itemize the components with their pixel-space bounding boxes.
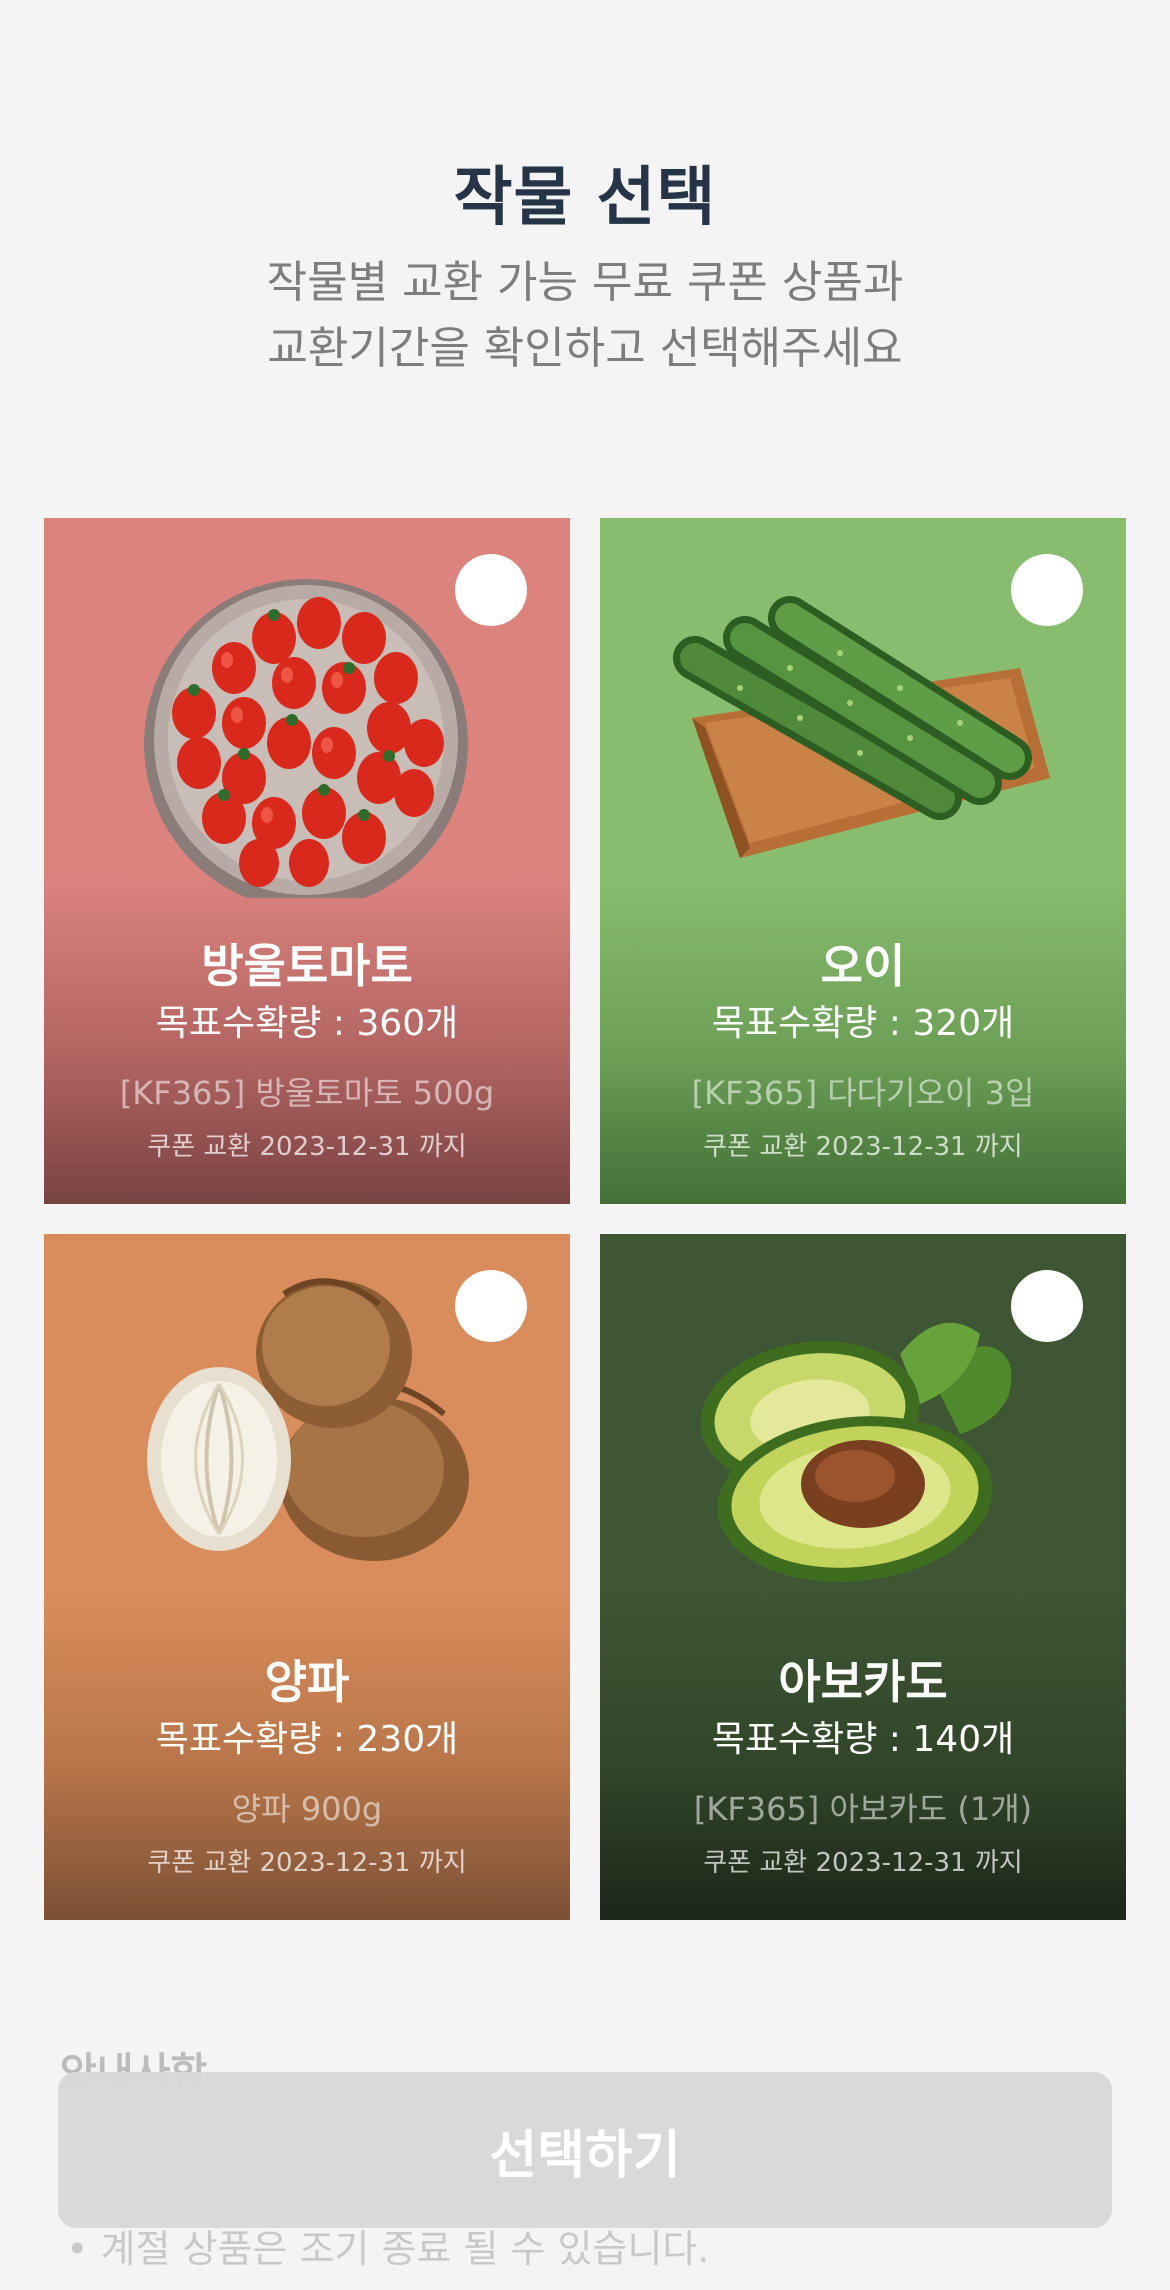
crop-coupon-period: 쿠폰 교환 2023-12-31 까지 [703, 1132, 1023, 1162]
subtitle-line-1: 작물별 교환 가능 무료 쿠폰 상품과 [266, 257, 904, 308]
crop-coupon-period: 쿠폰 교환 2023-12-31 까지 [703, 1848, 1023, 1878]
crop-name: 양파 [264, 1655, 350, 1709]
crop-target-yield: 목표수확량 : 140개 [711, 1719, 1015, 1760]
page-title: 작물 선택 [453, 161, 717, 235]
crop-coupon-period: 쿠폰 교환 2023-12-31 까지 [147, 1132, 467, 1162]
crop-coupon-product: 양파 900g [231, 1790, 383, 1828]
select-radio[interactable] [455, 1270, 527, 1342]
select-radio[interactable] [1011, 554, 1083, 626]
crop-name: 오이 [820, 939, 906, 993]
crop-name: 방울토마토 [201, 939, 413, 993]
select-radio[interactable] [1011, 1270, 1083, 1342]
subtitle-line-2: 교환기간을 확인하고 선택해주세요 [267, 323, 903, 374]
crop-coupon-product: [KF365] 방울토마토 500g [119, 1074, 495, 1112]
crop-coupon-product: [KF365] 다다기오이 3입 [691, 1074, 1035, 1112]
crop-coupon-period: 쿠폰 교환 2023-12-31 까지 [147, 1848, 467, 1878]
crop-card-avocado[interactable]: 아보카도 목표수확량 : 140개 [KF365] 아보카도 (1개) 쿠폰 교… [600, 1234, 1126, 1920]
crop-target-yield: 목표수확량 : 230개 [155, 1719, 459, 1760]
select-radio[interactable] [455, 554, 527, 626]
page-subtitle: 작물별 교환 가능 무료 쿠폰 상품과 교환기간을 확인하고 선택해주세요 [0, 250, 1170, 382]
crop-card-cucumber[interactable]: 오이 목표수확량 : 320개 [KF365] 다다기오이 3입 쿠폰 교환 2… [600, 518, 1126, 1204]
crop-coupon-product: [KF365] 아보카도 (1개) [693, 1790, 1033, 1828]
crop-name: 아보카도 [778, 1655, 948, 1709]
crop-target-yield: 목표수확량 : 320개 [711, 1003, 1015, 1044]
crop-target-yield: 목표수확량 : 360개 [155, 1003, 459, 1044]
select-button[interactable]: 선택하기 [58, 2072, 1112, 2228]
crop-card-cherry-tomato[interactable]: 방울토마토 목표수확량 : 360개 [KF365] 방울토마토 500g 쿠폰… [44, 518, 570, 1204]
crop-card-onion[interactable]: 양파 목표수확량 : 230개 양파 900g 쿠폰 교환 2023-12-31… [44, 1234, 570, 1920]
